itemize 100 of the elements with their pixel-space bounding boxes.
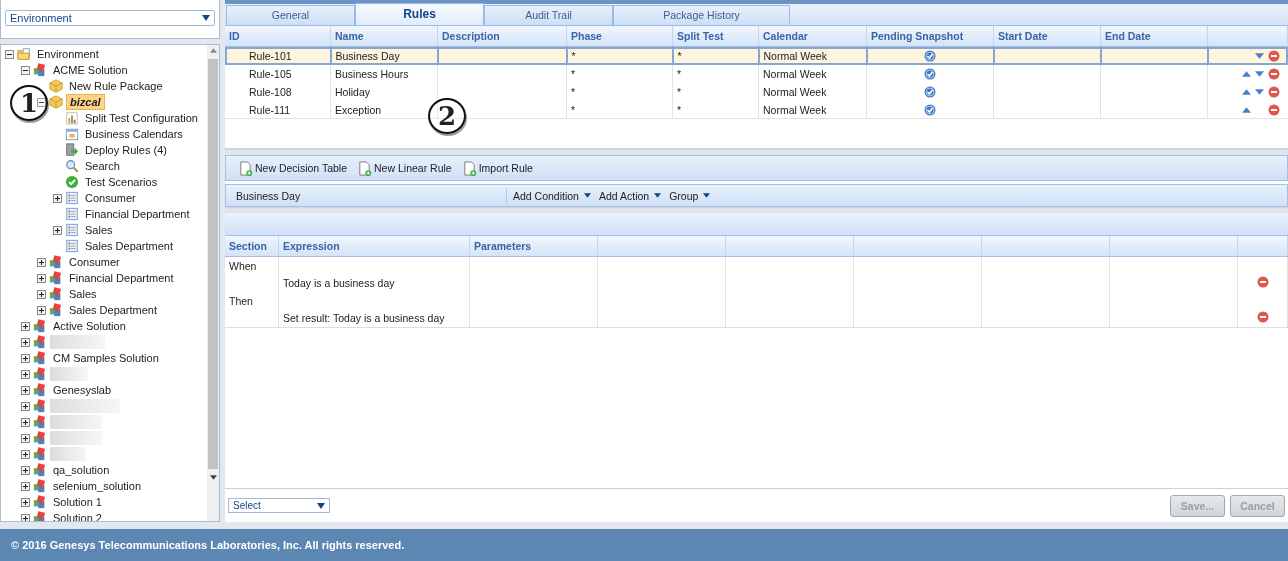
tree-item[interactable]: Financial Department — [82, 207, 193, 221]
tree-item[interactable]: Environment — [34, 47, 102, 61]
cubes-icon — [49, 287, 63, 301]
expand-toggle[interactable] — [21, 433, 30, 443]
tree-item[interactable]: Sales — [82, 223, 116, 237]
scroll-down-icon[interactable] — [209, 475, 217, 480]
column-header[interactable]: Expression — [278, 236, 470, 257]
table-cell: Holiday — [330, 82, 438, 101]
expand-toggle[interactable] — [21, 481, 30, 491]
tree-item[interactable]: bizcal — [66, 94, 105, 110]
expand-toggle[interactable] — [21, 65, 30, 75]
expand-toggle[interactable] — [21, 449, 30, 459]
expand-toggle[interactable] — [21, 513, 30, 521]
scrollbar[interactable] — [207, 45, 219, 521]
move-up-icon[interactable] — [1241, 106, 1251, 113]
column-header[interactable]: ID — [225, 26, 331, 47]
expand-toggle[interactable] — [21, 321, 30, 331]
tree-item[interactable]: ACME Solution — [50, 63, 131, 77]
table-cell: When — [225, 256, 279, 275]
move-down-icon[interactable] — [1254, 70, 1264, 77]
toolbar-button[interactable]: New Linear Rule — [355, 160, 454, 176]
delete-icon[interactable] — [1267, 103, 1280, 116]
tab[interactable]: General — [226, 5, 355, 25]
table-row[interactable]: Rule-105 Business Hours * * Normal Week — [225, 64, 1288, 83]
search-icon — [65, 159, 79, 173]
table-cell: Normal Week — [758, 46, 867, 65]
expand-toggle[interactable] — [21, 337, 30, 347]
expand-toggle[interactable] — [21, 497, 30, 507]
column-header[interactable]: Start Date — [993, 26, 1101, 47]
delete-icon[interactable] — [1267, 67, 1280, 80]
tree-item[interactable]: Financial Department — [66, 271, 177, 285]
expand-toggle[interactable] — [53, 225, 62, 235]
tree-item[interactable]: Consumer — [82, 191, 139, 205]
column-header[interactable]: End Date — [1100, 26, 1208, 47]
tree-item[interactable]: Search — [82, 159, 123, 173]
move-down-icon[interactable] — [1254, 52, 1264, 59]
tree-item[interactable]: Deploy Rules (4) — [82, 143, 170, 157]
column-header[interactable]: Calendar — [758, 26, 867, 47]
toolbar-button[interactable]: New Decision Table — [236, 160, 350, 176]
move-down-icon[interactable] — [1254, 88, 1264, 95]
delete-icon[interactable] — [1256, 276, 1269, 289]
calendar-icon — [65, 127, 79, 141]
expand-toggle[interactable] — [37, 289, 46, 299]
delete-icon[interactable] — [1267, 85, 1280, 98]
folder-icon — [17, 47, 31, 61]
tree-item[interactable]: New Rule Package — [66, 79, 166, 93]
select-dropdown[interactable]: Select — [228, 498, 330, 513]
step-marker: 1 — [10, 85, 48, 121]
tree-item[interactable]: qa_solution — [50, 463, 113, 477]
tree-item[interactable]: Business Calendars — [82, 127, 186, 141]
tree-item[interactable]: Consumer — [66, 255, 123, 269]
tab[interactable]: Package History — [613, 5, 790, 25]
tree-item[interactable]: Solution 1 — [50, 495, 105, 509]
expand-toggle[interactable] — [5, 49, 14, 59]
column-header[interactable]: Section — [225, 236, 279, 257]
expand-toggle[interactable] — [21, 385, 30, 395]
tree-item[interactable]: Test Scenarios — [82, 175, 161, 189]
tab[interactable]: Rules — [355, 3, 484, 25]
tree-item[interactable]: Sales Department — [66, 303, 161, 317]
tree-item[interactable]: CM Samples Solution — [50, 351, 162, 365]
tab[interactable]: Audit Trail — [484, 5, 613, 25]
column-header[interactable]: Name — [330, 26, 438, 47]
column-header[interactable]: Phase — [566, 26, 673, 47]
expand-toggle[interactable] — [37, 97, 46, 107]
column-header[interactable]: Parameters — [469, 236, 598, 257]
cubes-icon — [33, 479, 47, 493]
cubes-icon — [33, 351, 47, 365]
expand-toggle[interactable] — [21, 465, 30, 475]
expand-toggle[interactable] — [21, 353, 30, 363]
menu-button[interactable]: Group — [667, 189, 713, 202]
expand-toggle[interactable] — [53, 193, 62, 203]
toolbar-button[interactable]: Import Rule — [459, 160, 535, 176]
expand-toggle[interactable] — [21, 401, 30, 411]
tree-item[interactable]: selenium_solution — [50, 479, 145, 493]
table-row[interactable]: Rule-108 Holiday * * Normal Week — [225, 82, 1288, 101]
menu-button[interactable]: Add Condition — [511, 189, 593, 202]
delete-icon[interactable] — [1256, 311, 1269, 324]
table-cell: * — [672, 46, 759, 65]
tree-item[interactable]: Sales Department — [82, 239, 177, 253]
column-header[interactable]: Split Test — [672, 26, 759, 47]
move-up-icon[interactable] — [1241, 70, 1251, 77]
column-header[interactable]: Pending Snapshot — [866, 26, 994, 47]
tree-item[interactable]: Sales — [66, 287, 100, 301]
tree-item[interactable]: Genesyslab — [50, 383, 115, 397]
move-up-icon[interactable] — [1241, 88, 1251, 95]
step-marker: 2 — [428, 98, 466, 134]
expand-toggle[interactable] — [37, 273, 46, 283]
tree-item[interactable]: Active Solution — [50, 319, 129, 333]
expand-toggle[interactable] — [37, 305, 46, 315]
delete-icon[interactable] — [1267, 49, 1280, 62]
scroll-up-icon[interactable] — [209, 48, 217, 53]
environment-dropdown[interactable]: Environment — [5, 10, 215, 26]
tree-item[interactable]: Split Test Configuration — [82, 111, 201, 125]
menu-button[interactable]: Add Action — [596, 189, 664, 202]
expand-toggle[interactable] — [21, 417, 30, 427]
column-header[interactable]: Description — [437, 26, 567, 47]
expand-toggle[interactable] — [21, 369, 30, 379]
package-icon — [49, 79, 63, 93]
expand-toggle[interactable] — [37, 257, 46, 267]
table-cell: * — [566, 82, 673, 101]
